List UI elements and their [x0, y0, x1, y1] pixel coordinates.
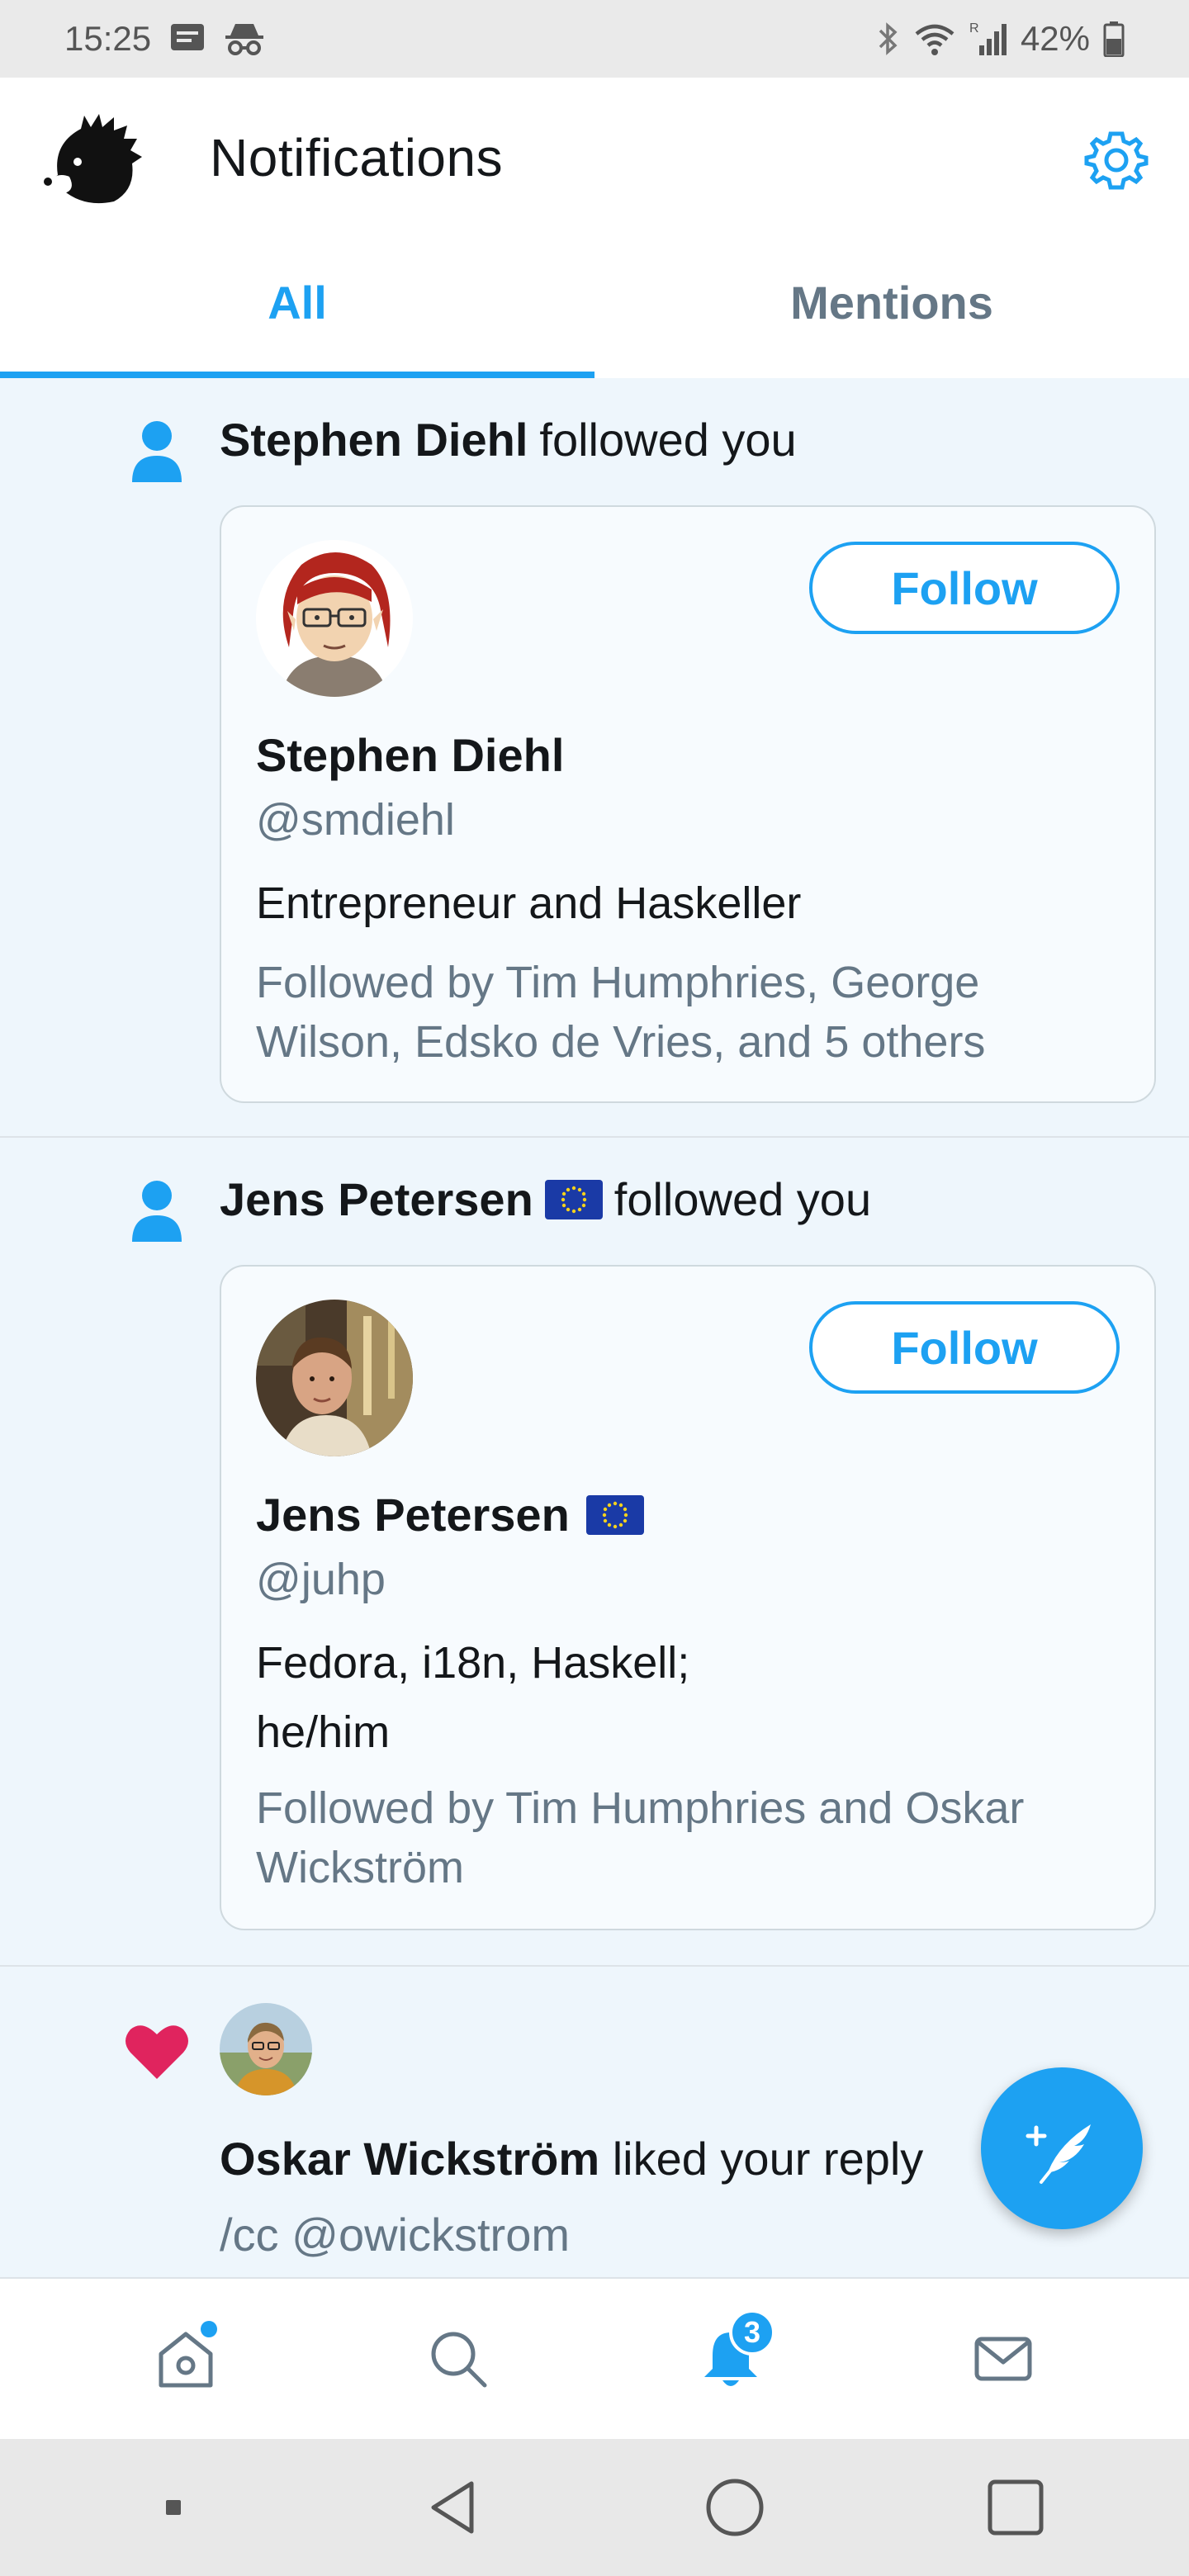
back-triangle-icon — [431, 2481, 474, 2534]
nav-notifications[interactable]: 3 — [681, 2309, 780, 2408]
avatar[interactable] — [256, 540, 413, 697]
status-right: R 42% — [877, 19, 1125, 59]
signal-icon: R — [969, 21, 1007, 57]
settings-gear-icon[interactable] — [1083, 127, 1149, 193]
card-user-bio-line: Fedora, i18n, Haskell; — [256, 1638, 690, 1688]
notification-user-name[interactable]: Oskar Wickström — [220, 2133, 599, 2185]
eu-flag-icon — [585, 1494, 644, 1535]
home-circle-icon — [706, 2479, 764, 2536]
notification-headline: Stephen Diehl followed you — [220, 413, 797, 466]
nav-home[interactable] — [136, 2309, 235, 2408]
card-user-handle: @juhp — [256, 1555, 386, 1604]
notification-item[interactable]: Jens Petersen followed you Follow Jens P… — [0, 1138, 1189, 1967]
card-user-name-text: Stephen Diehl — [256, 729, 565, 781]
avatar[interactable] — [220, 2003, 312, 2095]
battery-percent: 42% — [1020, 19, 1090, 58]
person-follow-icon — [129, 418, 185, 484]
notification-action: followed you — [539, 414, 797, 466]
search-icon — [431, 2332, 487, 2388]
tab-all[interactable]: All — [0, 243, 594, 378]
battery-icon — [1103, 21, 1125, 57]
tab-mentions-label: Mentions — [790, 276, 993, 329]
card-followed-by: Followed by Tim Humphries, George Wilson… — [256, 958, 986, 1067]
app-header: Notifications — [0, 78, 1189, 243]
wifi-icon — [913, 21, 956, 57]
user-card[interactable]: Follow Stephen Diehl @smdiehl Entreprene… — [220, 505, 1156, 1103]
notification-action: liked your reply — [612, 2133, 924, 2185]
card-user-bio: Fedora, i18n, Haskell; he/him — [256, 1628, 1115, 1767]
person-follow-icon — [129, 1177, 185, 1243]
card-user-name[interactable]: Jens Petersen — [256, 1488, 644, 1541]
card-user-name-text: Jens Petersen — [256, 1489, 570, 1541]
nav-messages[interactable] — [954, 2309, 1053, 2408]
notification-user-name[interactable]: Stephen Diehl — [220, 413, 528, 466]
system-nav-bar — [0, 2439, 1189, 2576]
recents-square-icon — [988, 2479, 1044, 2536]
status-bar: 15:25 R 42% — [0, 0, 1189, 78]
square-dot-icon — [166, 2500, 181, 2515]
nav-search[interactable] — [409, 2309, 508, 2408]
heart-like-icon — [124, 2021, 190, 2082]
user-card[interactable]: Follow Jens Petersen @juhp Fedora, i18n,… — [220, 1265, 1156, 1930]
notification-item[interactable]: Stephen Diehl followed you Follow Stephe… — [0, 378, 1189, 1138]
avatar[interactable] — [256, 1300, 413, 1456]
notification-headline: Oskar Wickström liked your reply — [220, 2132, 923, 2185]
liked-tweet-text[interactable]: /cc @owickstrom — [220, 2208, 570, 2261]
tab-all-label: All — [268, 276, 327, 329]
compose-tweet-button[interactable] — [981, 2067, 1143, 2229]
system-home-button[interactable] — [694, 2466, 776, 2549]
card-user-handle: @smdiehl — [256, 795, 455, 845]
notifications-badge: 3 — [729, 2309, 775, 2356]
card-user-name[interactable]: Stephen Diehl — [256, 728, 564, 782]
eu-flag-icon — [544, 1179, 603, 1219]
page-title: Notifications — [210, 128, 504, 187]
follow-button[interactable]: Follow — [809, 542, 1120, 634]
notification-user-name[interactable]: Jens Petersen — [220, 1172, 533, 1226]
bluetooth-icon — [877, 21, 900, 57]
system-menu-button[interactable] — [132, 2466, 215, 2549]
bottom-nav: 3 — [0, 2277, 1189, 2439]
tab-mentions[interactable]: Mentions — [594, 243, 1189, 378]
card-followed-by: Followed by Tim Humphries and Oskar Wick… — [256, 1783, 1025, 1892]
card-user-bio-line: he/him — [256, 1707, 391, 1757]
status-left: 15:25 — [64, 19, 265, 59]
notification-tabs: All Mentions — [0, 243, 1189, 378]
system-recents-button[interactable] — [974, 2466, 1057, 2549]
system-back-button[interactable] — [413, 2466, 495, 2549]
message-notification-icon — [169, 22, 206, 55]
incognito-icon — [224, 21, 265, 57]
notification-headline: Jens Petersen followed you — [220, 1172, 871, 1226]
hedgehog-logo-icon[interactable] — [41, 111, 149, 210]
follow-button[interactable]: Follow — [809, 1301, 1120, 1394]
new-content-dot — [201, 2321, 217, 2337]
network-label: R — [969, 21, 979, 36]
compose-feather-icon — [1026, 2124, 1091, 2184]
mail-icon — [974, 2337, 1032, 2381]
card-user-bio: Entrepreneur and Haskeller — [256, 878, 802, 928]
notification-action: followed you — [613, 1173, 872, 1225]
status-time: 15:25 — [64, 19, 152, 58]
notifications-feed[interactable]: Stephen Diehl followed you Follow Stephe… — [0, 378, 1189, 2277]
